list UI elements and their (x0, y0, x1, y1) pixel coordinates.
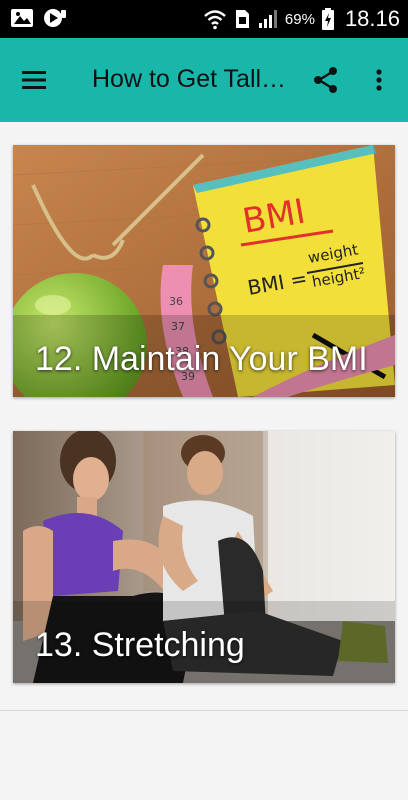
share-icon (314, 67, 337, 93)
media-notification-icon (44, 9, 66, 27)
share-button[interactable] (308, 62, 344, 98)
status-notifications (10, 7, 68, 29)
battery-percent: 69% (284, 10, 315, 28)
image-notification-icon (11, 9, 33, 27)
article-title: 13. Stretching (35, 626, 245, 664)
article-card-bmi[interactable]: BMI BMI = weight height² 36 37 38 39 (13, 145, 395, 397)
menu-button[interactable] (18, 64, 54, 96)
article-title: 12. Maintain Your BMI (35, 340, 368, 378)
hamburger-menu-icon (22, 71, 46, 89)
status-time: 18.16 (344, 6, 400, 31)
svg-text:36: 36 (169, 295, 183, 308)
battery-charging-icon (321, 8, 334, 30)
sim-icon (235, 10, 249, 28)
article-card-stretching[interactable]: 13. Stretching (13, 431, 395, 683)
status-indicators: 69% 18.16 (203, 0, 400, 38)
status-bar: 69% 18.16 (0, 0, 408, 38)
app-title: How to Get Tall… (92, 65, 287, 93)
list-divider (0, 710, 408, 711)
article-list: BMI BMI = weight height² 36 37 38 39 (0, 122, 408, 800)
wifi-icon (204, 10, 226, 30)
signal-icon (258, 10, 277, 28)
app-bar: How to Get Tall… (0, 38, 408, 122)
more-options-button[interactable] (364, 62, 394, 98)
more-vert-icon (376, 69, 382, 91)
